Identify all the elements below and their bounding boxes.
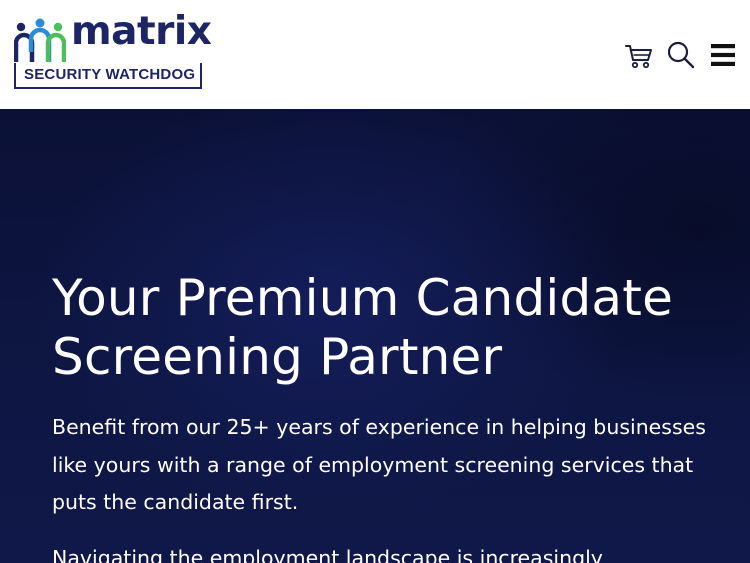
hero-paragraph-continued: Navigating the employment landscape is i… (52, 546, 603, 563)
hero-paragraph-intro: Benefit from our 25+ years of experience… (52, 415, 706, 514)
header-icon-bar (612, 40, 738, 70)
menu-icon[interactable] (708, 40, 738, 70)
cart-icon[interactable] (624, 40, 654, 70)
search-icon[interactable] (666, 40, 696, 70)
site-header: matrix SECURITY WATCHDOG (0, 0, 750, 109)
logo-tagline-box: SECURITY WATCHDOG (14, 63, 202, 89)
logo-tagline: SECURITY WATCHDOG (24, 66, 196, 83)
people-logo-icon (14, 18, 66, 62)
hero-title: Your Premium Candidate Screening Partner (52, 269, 674, 386)
hero-section: Your Premium Candidate Screening Partner… (0, 109, 750, 563)
matrix-logo[interactable]: matrix SECURITY WATCHDOG (14, 12, 212, 91)
logo-wordmark: matrix (71, 9, 212, 54)
